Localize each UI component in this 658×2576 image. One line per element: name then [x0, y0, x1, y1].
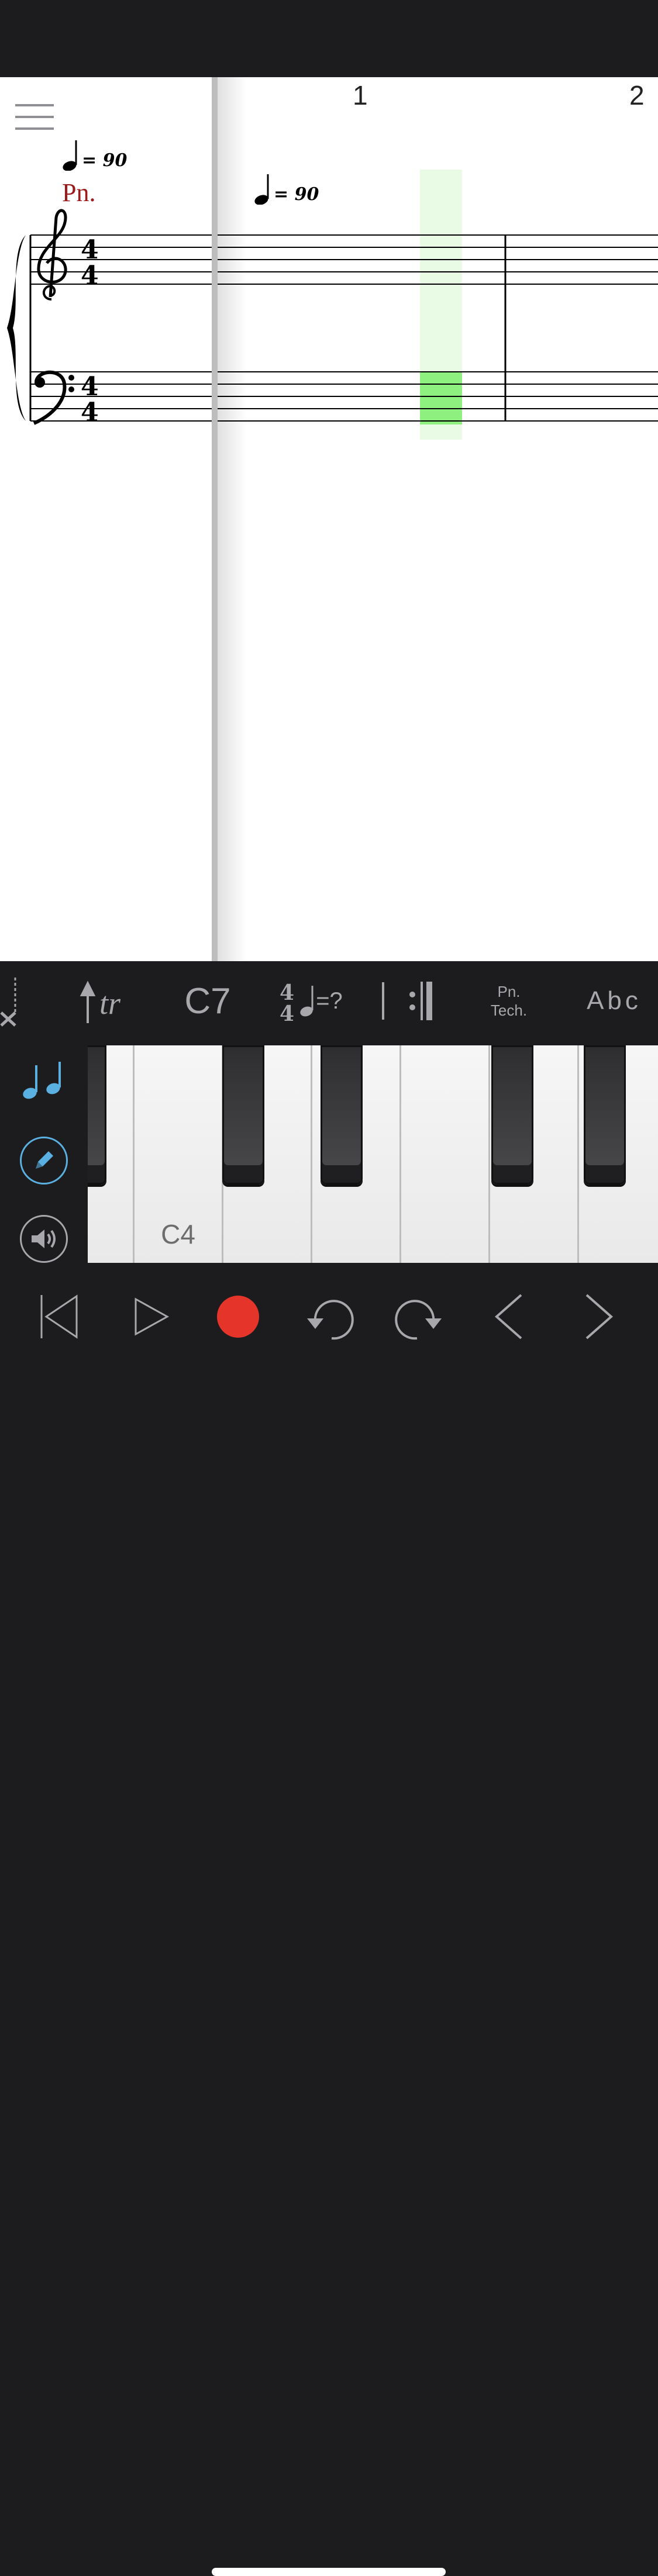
fixed-header-panel: = 90 Pn. 4 4 4 4 [0, 77, 212, 961]
piano-key-black[interactable] [88, 1045, 106, 1185]
score-view[interactable]: 1 2 = 90 = 90 Pn. 4 4 4 4 [0, 77, 658, 961]
pencil-icon [36, 1151, 53, 1169]
technique-label-line1: Pn. [497, 983, 521, 1000]
svg-text:4: 4 [81, 398, 99, 427]
next-button[interactable] [570, 1287, 628, 1346]
undo-icon [307, 1300, 354, 1340]
text-tool-button[interactable]: Abc [573, 961, 655, 1041]
quarter-note-icon [300, 986, 314, 1017]
piano-technique-tool-button[interactable]: Pn. Tech. [480, 961, 538, 1041]
piano-key-black[interactable] [491, 1045, 533, 1185]
clef-panel-staff: 4 4 4 4 [7, 209, 212, 427]
panel-shadow [218, 77, 247, 961]
piano-key-white[interactable] [401, 1045, 490, 1263]
play-icon [135, 1297, 170, 1336]
piano-keyboard[interactable]: C4 [88, 1045, 658, 1263]
sound-toggle-button[interactable] [20, 1215, 68, 1263]
two-quarter-notes-icon [23, 1062, 61, 1099]
piano-key-black[interactable] [321, 1045, 363, 1185]
ornament-tool-button[interactable]: tr [76, 961, 135, 1041]
repeat-end-icon [409, 982, 432, 1020]
record-button[interactable] [209, 1287, 267, 1346]
redo-button[interactable] [390, 1287, 448, 1346]
barline-tool-button[interactable] [374, 961, 392, 1041]
piano-key-black[interactable] [222, 1045, 264, 1185]
repeat-tool-button[interactable] [404, 961, 439, 1041]
c4-label: C4 [161, 1219, 195, 1249]
chord-tool-button[interactable]: C7 [175, 961, 240, 1041]
home-indicator[interactable] [212, 2568, 446, 2576]
play-button[interactable] [119, 1287, 178, 1346]
keyboard-area: C4 [0, 1041, 658, 1270]
redo-icon [395, 1300, 442, 1340]
palette-toolbar: tr C7 4 4 =? Pn. Tech. Abc [0, 961, 658, 1041]
chevron-left-icon [494, 1294, 522, 1339]
previous-button[interactable] [480, 1287, 538, 1346]
barline-icon [382, 982, 384, 1020]
rewind-to-start-button[interactable] [27, 1287, 85, 1346]
svg-text:4: 4 [81, 261, 99, 291]
piano-key-c4[interactable]: C4 [135, 1045, 223, 1263]
chord-label: C7 [184, 980, 231, 1021]
chevron-right-icon [585, 1294, 614, 1339]
undo-button[interactable] [301, 1287, 359, 1346]
time-tempo-tool-button[interactable]: 4 4 =? [268, 961, 350, 1041]
input-mode-controls [0, 1041, 88, 1270]
status-bar [0, 0, 658, 77]
note-input-button[interactable] [20, 1057, 68, 1105]
tempo-unknown-label: =? [316, 987, 343, 1014]
piano-key-black[interactable] [584, 1045, 626, 1185]
arpeggio-trill-icon: tr [80, 980, 121, 1023]
skip-to-start-icon [40, 1294, 78, 1339]
panel-divider[interactable] [212, 77, 218, 961]
delete-x-icon [0, 978, 16, 1027]
svg-text:tr: tr [99, 986, 121, 1021]
technique-label-line2: Tech. [490, 1002, 528, 1019]
time-signature-icon: 4 4 [280, 980, 294, 1024]
text-tool-label: Abc [587, 986, 642, 1015]
speaker-icon [32, 1230, 56, 1248]
record-icon [217, 1296, 259, 1338]
delete-tool-button[interactable] [0, 961, 23, 1041]
edit-mode-button[interactable] [20, 1137, 68, 1185]
transport-bar [0, 1270, 658, 2576]
svg-text:4: 4 [280, 1002, 294, 1024]
